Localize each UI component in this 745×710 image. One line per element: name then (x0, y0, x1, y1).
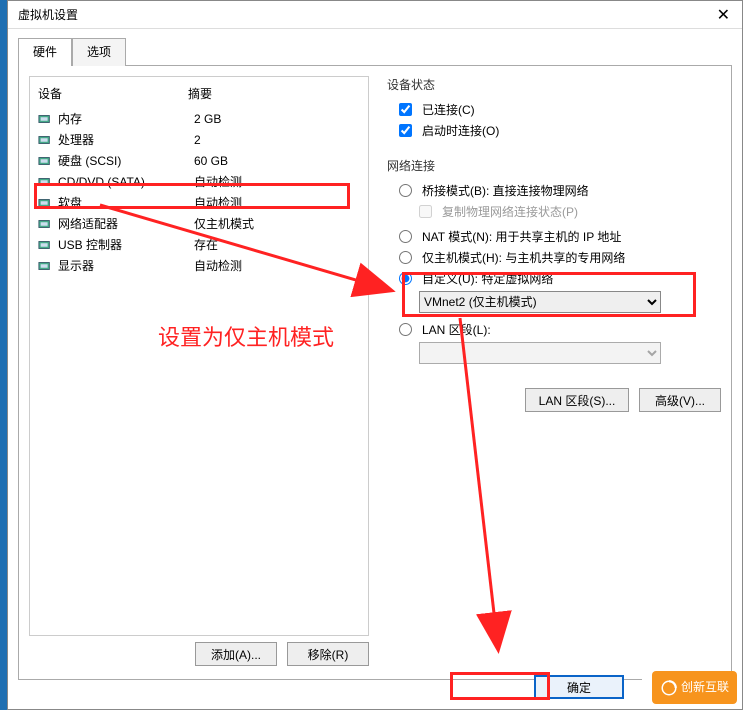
device-status-group: 设备状态 已连接(C) 启动时连接(O) (383, 76, 721, 147)
device-row-1[interactable]: 处理器 2 (30, 129, 368, 150)
device-row-7[interactable]: 显示器自动检测 (30, 255, 368, 276)
device-icon (38, 239, 52, 251)
nat-radio[interactable]: NAT 模式(N): 用于共享主机的 IP 地址 (399, 228, 717, 245)
custom-radio[interactable]: 自定义(U): 特定虚拟网络 (399, 270, 717, 287)
titlebar: 虚拟机设置 ✕ (8, 1, 742, 29)
device-summary: 自动检测 (194, 173, 242, 190)
lan-segments-button[interactable]: LAN 区段(S)... (525, 388, 629, 412)
close-icon[interactable]: ✕ (711, 5, 736, 25)
connect-at-poweron-checkbox[interactable]: 启动时连接(O) (399, 122, 717, 139)
window-title: 虚拟机设置 (18, 6, 78, 23)
device-row-2[interactable]: 硬盘 (SCSI) 60 GB (30, 150, 368, 171)
device-icon (38, 218, 52, 230)
tab-hardware[interactable]: 硬件 (18, 38, 72, 66)
advanced-button[interactable]: 高级(V)... (639, 388, 721, 412)
vmnet-select[interactable]: VMnet2 (仅主机模式) (419, 291, 661, 313)
tab-options[interactable]: 选项 (72, 38, 126, 66)
device-icon (38, 176, 52, 188)
device-name: 软盘 (58, 194, 188, 211)
watermark-logo: 创新互联 (652, 671, 737, 704)
net-title: 网络连接 (383, 157, 721, 174)
col-summary: 摘要 (188, 85, 212, 102)
remove-button[interactable]: 移除(R) (287, 642, 369, 666)
connected-input[interactable] (399, 103, 412, 116)
device-name: 硬盘 (SCSI) (58, 152, 188, 169)
connected-checkbox[interactable]: 已连接(C) (399, 101, 717, 118)
device-row-0[interactable]: 内存 2 GB (30, 108, 368, 129)
network-connection-group: 网络连接 桥接模式(B): 直接连接物理网络 复制物理网络连接状态(P) NAT… (383, 157, 721, 412)
ok-button[interactable]: 确定 (534, 675, 624, 699)
device-list: 设备 摘要 内存 2 GB 处理器 2 硬盘 (SCSI) 60 GB CD/DVD (SA… (29, 76, 369, 636)
device-icon (38, 113, 52, 125)
lan-segment-radio[interactable]: LAN 区段(L): (399, 321, 717, 338)
device-summary: 自动检测 (194, 257, 242, 274)
replicate-checkbox: 复制物理网络连接状态(P) (419, 203, 717, 220)
device-row-6[interactable]: USB 控制器存在 (30, 234, 368, 255)
device-summary: 2 (194, 133, 201, 147)
add-button[interactable]: 添加(A)... (195, 642, 277, 666)
device-icon (38, 197, 52, 209)
device-summary: 自动检测 (194, 194, 242, 211)
main-panel: 设备 摘要 内存 2 GB 处理器 2 硬盘 (SCSI) 60 GB CD/DVD (SA… (18, 65, 732, 680)
device-name: 显示器 (58, 257, 188, 274)
device-name: 网络适配器 (58, 215, 188, 232)
tab-strip: 硬件 选项 (18, 37, 742, 65)
status-title: 设备状态 (383, 76, 721, 93)
device-summary: 60 GB (194, 154, 228, 168)
vm-settings-dialog: 虚拟机设置 ✕ 硬件 选项 设备 摘要 内存 2 GB 处理器 2 硬盘 (SCSI) 6… (7, 0, 743, 710)
device-name: CD/DVD (SATA) (58, 175, 188, 189)
device-icon (38, 260, 52, 272)
device-row-3[interactable]: CD/DVD (SATA) 自动检测 (30, 171, 368, 192)
connect-at-poweron-input[interactable] (399, 124, 412, 137)
device-name: 内存 (58, 110, 188, 127)
device-name: USB 控制器 (58, 236, 188, 253)
device-summary: 存在 (194, 236, 218, 253)
device-summary: 2 GB (194, 112, 221, 126)
device-icon (38, 155, 52, 167)
device-row-4[interactable]: 软盘自动检测 (30, 192, 368, 213)
device-summary: 仅主机模式 (194, 215, 254, 232)
col-device: 设备 (38, 85, 188, 102)
hostonly-radio[interactable]: 仅主机模式(H): 与主机共享的专用网络 (399, 249, 717, 266)
device-row-5[interactable]: 网络适配器仅主机模式 (30, 213, 368, 234)
bridged-radio[interactable]: 桥接模式(B): 直接连接物理网络 (399, 182, 717, 199)
device-name: 处理器 (58, 131, 188, 148)
device-icon (38, 134, 52, 146)
lan-segment-select (419, 342, 661, 364)
